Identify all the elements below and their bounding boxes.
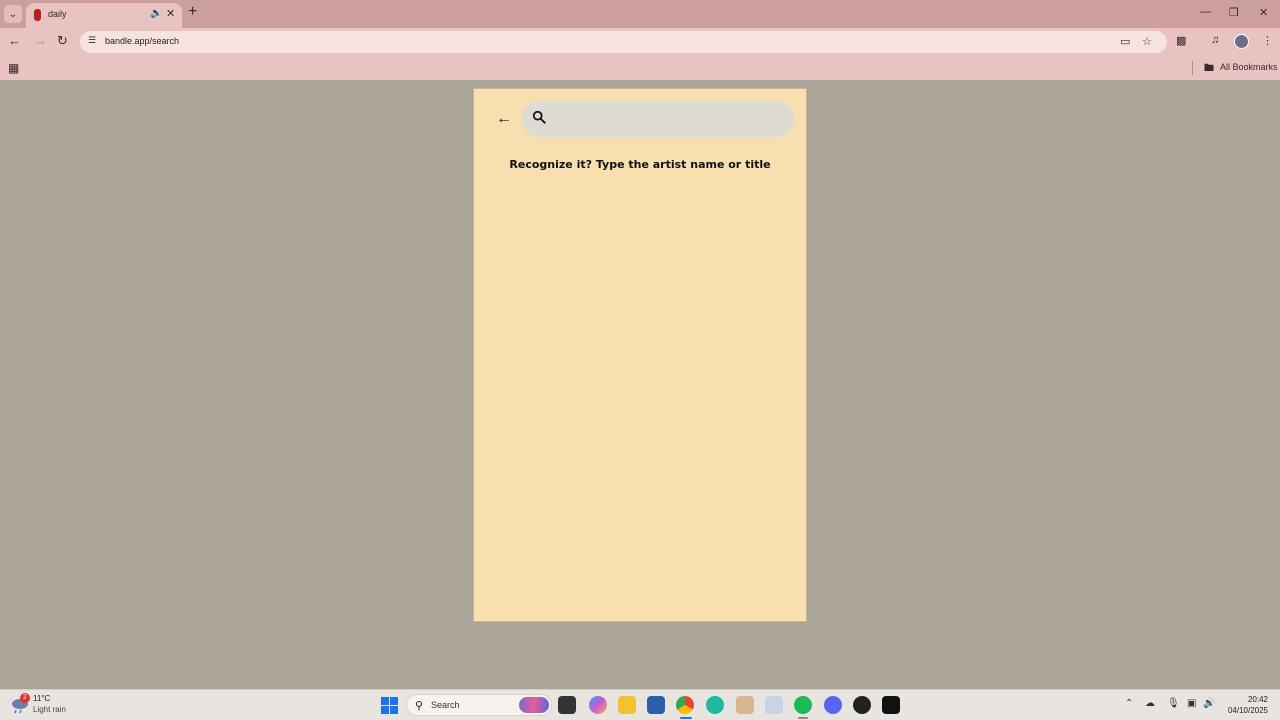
tab-search-icon[interactable]: ⌄ [4,5,22,23]
restore-icon[interactable]: ❐ [1229,6,1239,19]
microsoft-store-icon[interactable] [647,696,665,714]
media-control-icon[interactable]: ♫ [1211,34,1219,46]
new-tab-button[interactable]: + [188,4,197,20]
bandle-favicon-icon [34,9,41,21]
tab-strip: ⌄ daily 🔈 ✕ + — ❐ ✕ [0,0,1280,28]
discord-icon[interactable] [824,696,842,714]
search-icon [532,110,546,124]
spotify-icon[interactable] [794,696,812,714]
speaker-icon[interactable]: 🔈 [150,8,162,19]
clock-time: 20:42 [1247,695,1268,704]
weather-temp[interactable]: 11°C [33,694,50,703]
system-clock[interactable]: 20:42 04/10/2025 [1228,694,1268,716]
browser-tab[interactable]: daily 🔈 ✕ [26,3,182,28]
task-view-icon[interactable] [558,696,576,714]
page-viewport: ← Recognize it? Type the artist name or … [0,80,1280,689]
site-info-icon[interactable]: ☰ [88,35,100,47]
onedrive-icon[interactable]: ☁ [1145,698,1155,709]
menu-kebab-icon[interactable]: ⋮ [1262,34,1273,47]
search-box[interactable] [522,101,794,137]
copilot-icon[interactable] [589,696,607,714]
notes-app-icon[interactable] [736,696,754,714]
extensions-icon[interactable]: ▩ [1176,34,1186,47]
tab-title: daily [48,9,67,19]
search-input[interactable] [554,106,784,132]
taskbar-search[interactable]: ⚲ Search [406,694,552,716]
close-tab-icon[interactable]: ✕ [166,7,175,20]
forward-icon[interactable]: → [34,33,47,49]
taskbar-search-label: Search [431,700,460,710]
bandle-search-panel: ← Recognize it? Type the artist name or … [473,88,807,622]
volume-icon[interactable]: 🔊 [1203,698,1215,709]
install-app-icon[interactable]: ▭ [1120,35,1130,48]
photos-icon[interactable] [765,696,783,714]
search-prompt: Recognize it? Type the artist name or ti… [509,158,771,171]
game-app-icon[interactable] [882,696,900,714]
microphone-icon[interactable]: 🎙 [1167,698,1180,709]
steam-icon[interactable] [853,696,871,714]
url-text[interactable]: bandle.app/search [105,36,179,46]
chrome-active-indicator [680,717,692,719]
search-highlight-image [519,697,549,713]
reload-icon[interactable]: ↻ [57,33,68,49]
chrome-icon[interactable] [676,696,694,714]
chat-app-icon[interactable] [706,696,724,714]
windows-start-icon[interactable] [381,697,398,714]
weather-badge: 2 [20,693,30,703]
spotify-active-indicator [798,717,808,719]
bookmarks-bar: ▦ 🖿 All Bookmarks [0,56,1280,80]
profile-avatar[interactable] [1234,34,1249,49]
windows-taskbar: 2 11°C Light rain ⚲ Search ⌃ ☁ 🎙 ▣ 🔊 20:… [0,689,1280,720]
bookmarks-divider [1192,61,1193,75]
network-icon[interactable]: ▣ [1187,698,1196,709]
folder-icon[interactable]: 🖿 [1204,61,1214,78]
back-icon[interactable]: ← [8,33,21,49]
bookmark-star-icon[interactable]: ☆ [1142,35,1152,48]
address-bar[interactable]: ☰ bandle.app/search ▭ ☆ [80,31,1167,53]
back-arrow-icon[interactable]: ← [496,110,512,128]
taskbar-search-icon: ⚲ [415,700,424,712]
minimize-icon[interactable]: — [1200,6,1211,18]
apps-grid-icon[interactable]: ▦ [8,61,19,75]
file-explorer-icon[interactable] [618,696,636,714]
all-bookmarks-link[interactable]: All Bookmarks [1220,62,1278,72]
weather-condition[interactable]: Light rain [33,705,66,714]
clock-date: 04/10/2025 [1227,706,1268,715]
close-window-icon[interactable]: ✕ [1259,6,1268,19]
browser-toolbar: ← → ↻ ☰ bandle.app/search ▭ ☆ ▩ ♫ ⋮ [0,28,1280,56]
tray-chevron-icon[interactable]: ⌃ [1125,698,1133,709]
